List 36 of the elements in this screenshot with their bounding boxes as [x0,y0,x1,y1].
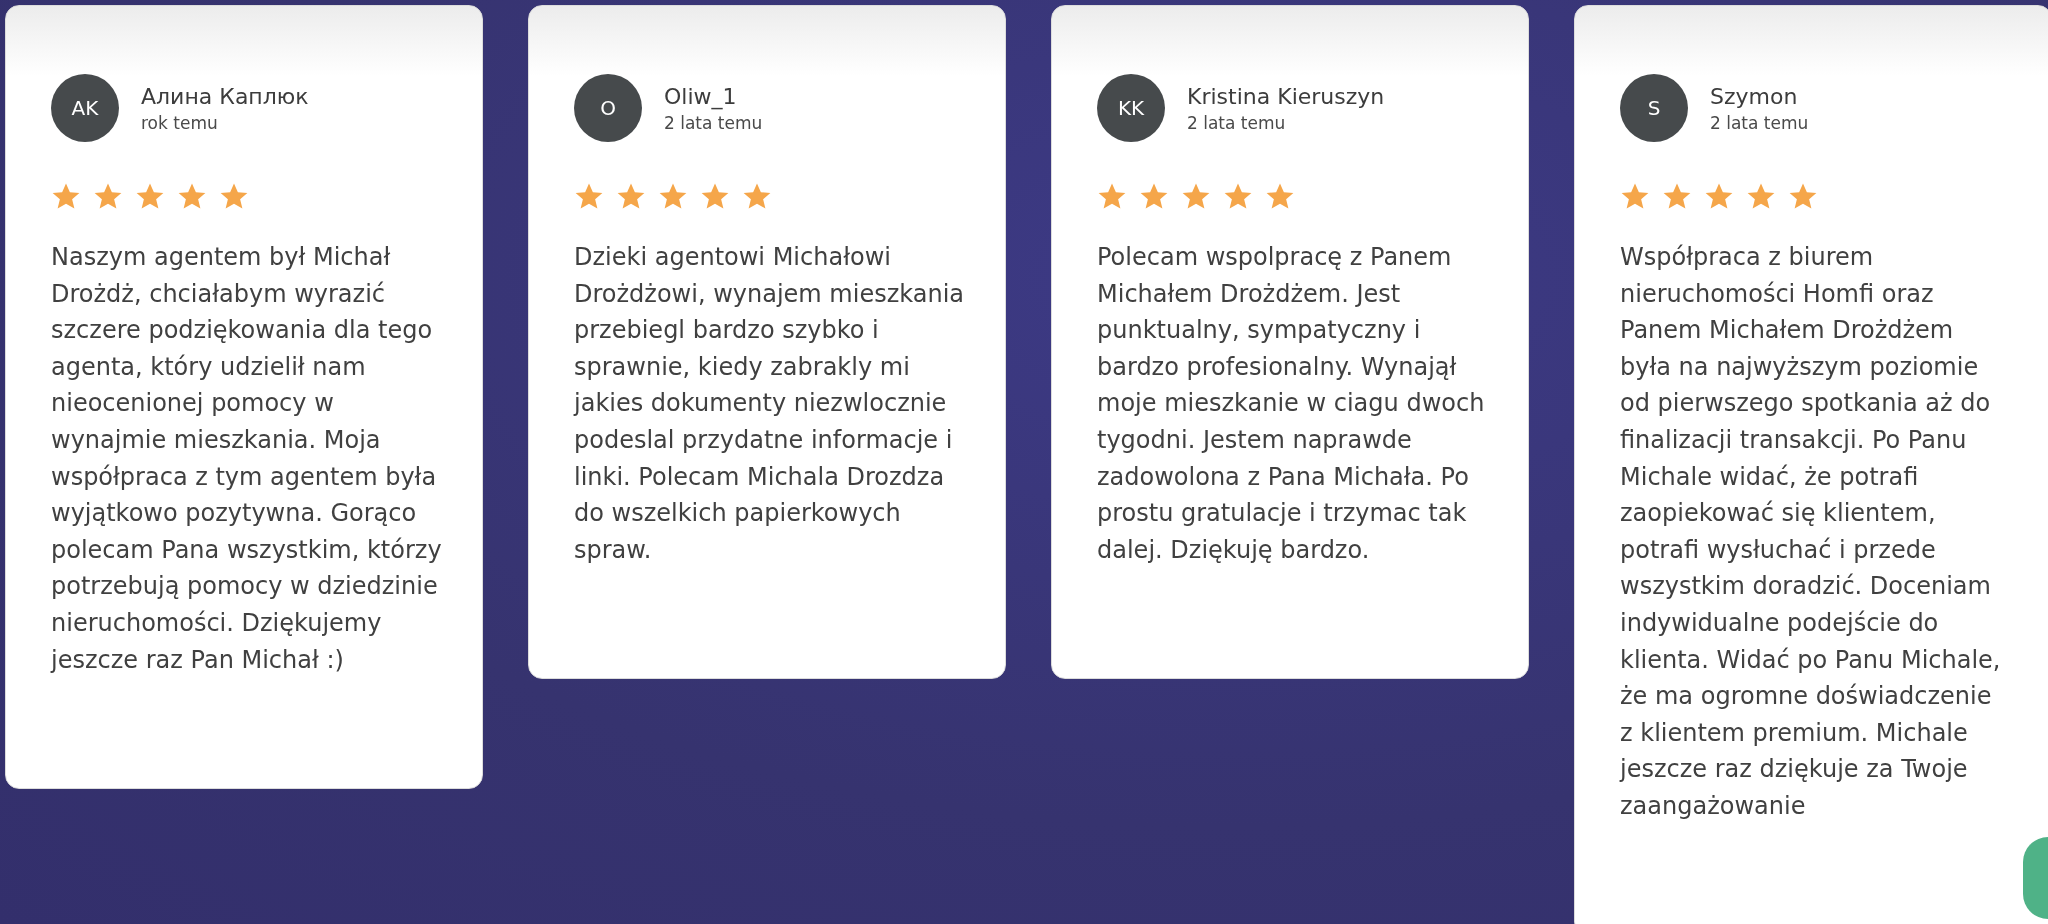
review-time: rok temu [141,112,219,133]
reviewer-name: Алина Каплюк [141,83,309,109]
star-icon [1704,182,1734,211]
star-icon [616,182,646,211]
star-icon [1223,182,1253,211]
star-icon [93,182,123,211]
review-time: 2 lata temu [664,112,763,133]
star-icon [135,182,165,211]
star-icon [574,182,604,211]
star-icon [1746,182,1776,211]
avatar: S [1620,74,1688,142]
star-icon [51,182,81,211]
star-icon [177,182,207,211]
star-icon [700,182,730,211]
review-time: 2 lata temu [1187,112,1287,133]
star-icon [1265,182,1295,211]
star-icon [1181,182,1211,211]
star-icon [1097,182,1127,211]
review-text: Dzieki agentowi Michałowi Drożdżowi, wynajem mieszkania przebiegl bardzo szybko i sprawnie, kiedy zabrakly mi jakies dokumenty niezwlocznie podeslal przydatne informacje i linki. Polecam Michala Drozdza do wszelkich papierkowych spraw. [574,242,965,566]
reviewer-name: Szymon [1710,83,1799,109]
avatar: AK [51,74,119,142]
star-icon [1139,182,1169,211]
review-text: Współpraca z biurem nieruchomości Homfi oraz Panem Michałem Drożdżem była na najwyższym poziomie od pierwszego spotkania aż do finalizacji transakcji. Po Panu Michale widać, że potrafi zaopiekować się klientem, potrafi wysłuchać i przede wszystkim doradzić. Doceniam indywidualne podejście do klienta. Widać po Panu Michale, że ma ogromne doświadczenie z klientem premium. Michale jeszcze raz dziękuje za Twoje zaangażowanie [1620,242,2002,822]
review-time: 2 lata temu [1710,112,1809,133]
star-icon [219,182,249,211]
star-icon [658,182,688,211]
star-icon [1620,182,1650,211]
avatar: KK [1097,74,1165,142]
reviewer-name: Kristina Kieruszyn [1187,83,1385,109]
review-text: Polecam wspolpracę z Panem Michałem Drożdżem. Jest punktualny, sympatyczny i bardzo profesionalny. Wynajął moje mieszkanie w ciagu dwoch tygodni. Jestem naprawde zadowolona z Pana Michała. Po prostu gratulacje i trzymac tak dalej. Dziękuję bardzo. [1097,242,1486,566]
review-text: Naszym agentem był Michał Drożdż, chciałabym wyrazić szczere podziękowania dla tego agenta, który udzielił nam nieocenionej pomocy w wynajmie mieszkania. Moja współpraca z tym agentem była wyjątkowo pozytywna. Gorąco polecam Pana wszystkim, którzy potrzebują pomocy w dziedzinie nieruchomości. Dziękujemy jeszcze raz Pan Michał :) [51,242,442,676]
star-icon [1662,182,1692,211]
star-icon [1788,182,1818,211]
star-icon [742,182,772,211]
reviewer-name: Oliw_1 [664,83,738,109]
avatar: O [574,74,642,142]
